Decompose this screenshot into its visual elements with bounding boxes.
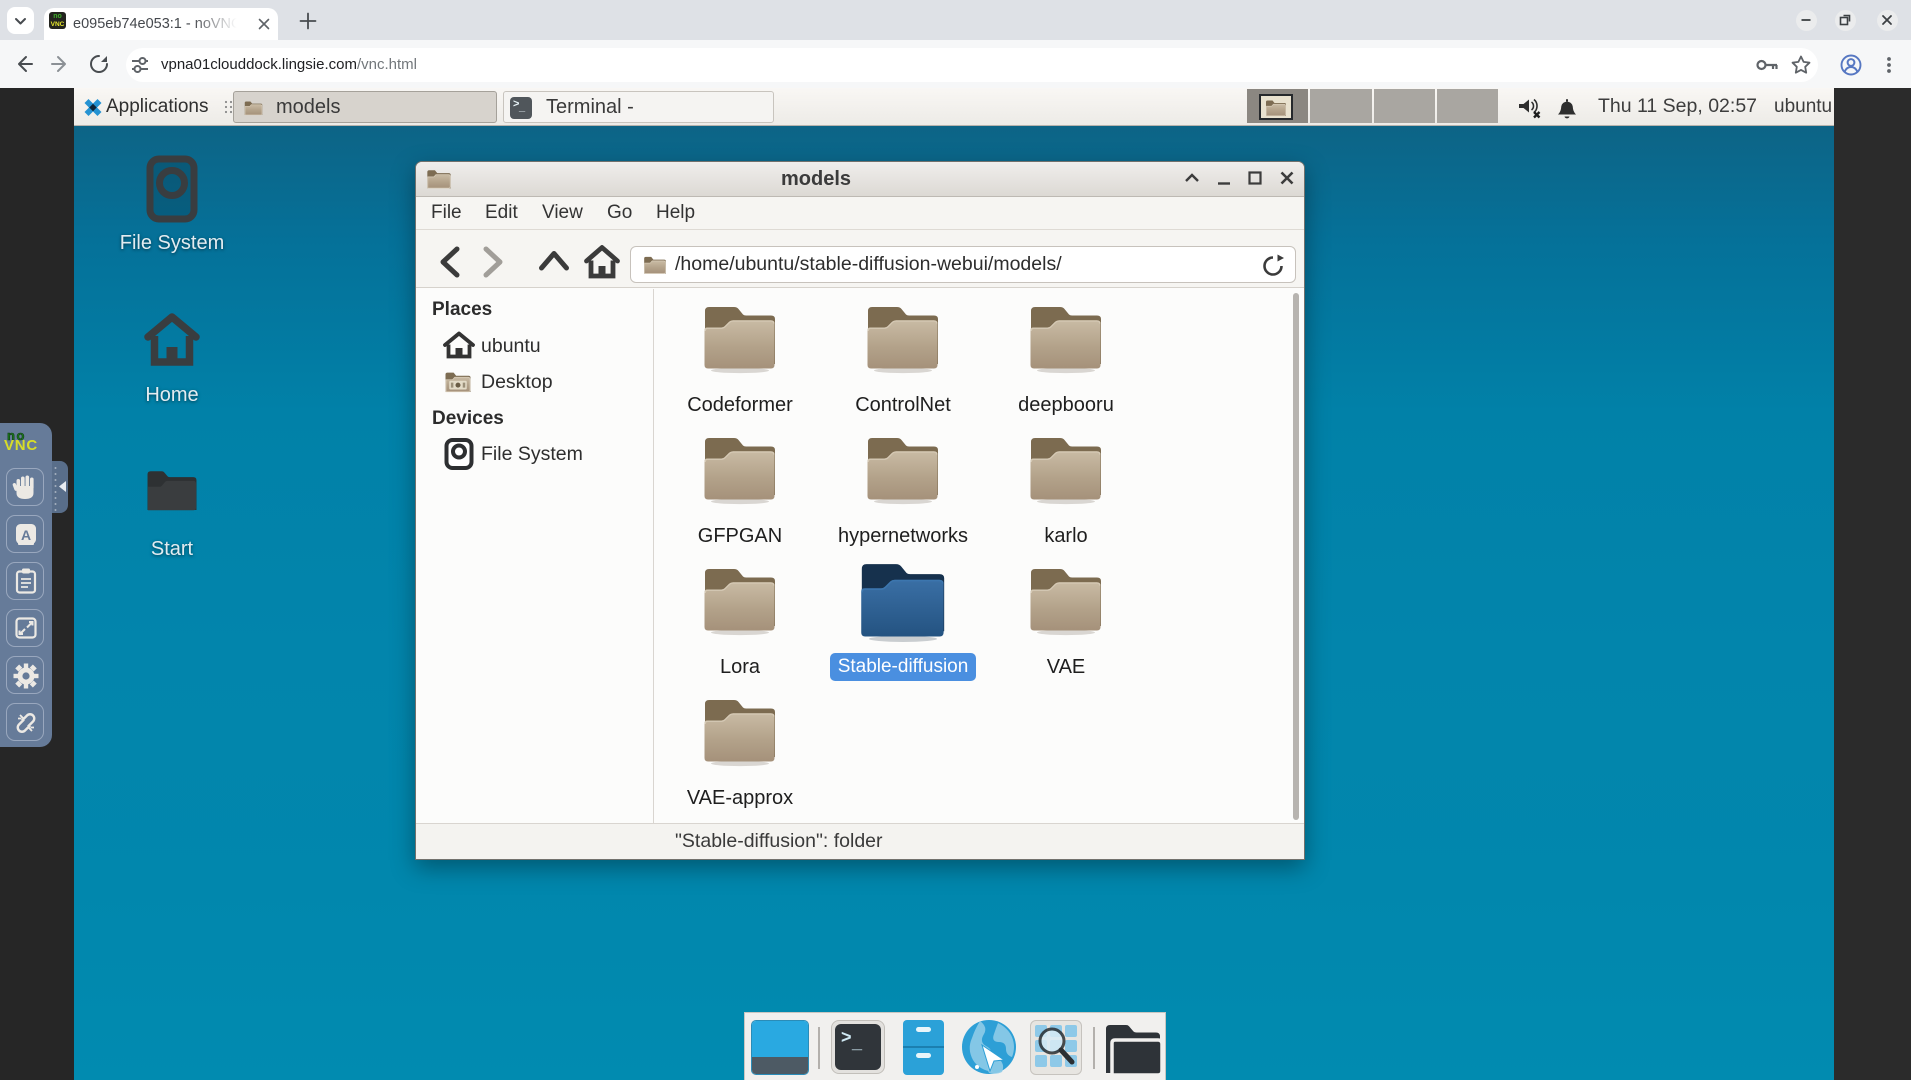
- svg-text:A: A: [21, 527, 31, 543]
